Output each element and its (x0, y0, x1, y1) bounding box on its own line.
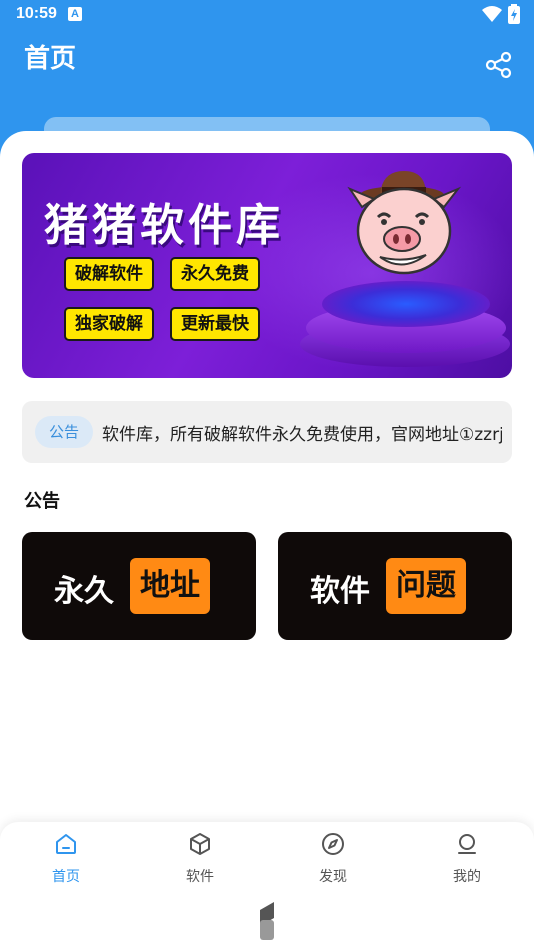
card-white-text: 永久 (54, 574, 114, 609)
share-icon[interactable] (484, 50, 514, 80)
podium-top (322, 281, 490, 327)
nav-item-software[interactable]: 软件 (160, 832, 240, 892)
nav-item-home[interactable]: 首页 (26, 832, 106, 892)
nav-label: 我的 (453, 869, 481, 885)
card-orange-text: 问题 (386, 558, 466, 614)
banner-tag: 永久免费 (170, 257, 260, 291)
banner-tag: 破解软件 (64, 257, 154, 291)
battery-icon (508, 4, 520, 24)
notification-icon: A (68, 7, 82, 21)
notice-badge: 公告 (35, 416, 93, 448)
wifi-icon (482, 6, 502, 22)
banner-tag: 独家破解 (64, 307, 154, 341)
page-title: 首页 (24, 44, 77, 74)
notice-marquee-text: 软件库，所有破解软件永久免费使用，官网地址①zzrj (102, 425, 502, 445)
card-white-text: 软件 (310, 574, 370, 609)
cube-icon (190, 833, 210, 855)
nav-item-mine[interactable]: 我的 (427, 832, 507, 892)
home-icon (56, 834, 76, 854)
banner[interactable]: 猪猪软件库 破解软件 永久免费 独家破解 更新最快 (22, 153, 512, 378)
card-software-issues[interactable]: 软件 问题 (278, 532, 512, 640)
status-time: 10:59 (16, 5, 57, 22)
notice-bar[interactable]: 公告 软件库，所有破解软件永久免费使用，官网地址①zzrj (22, 401, 512, 463)
user-icon (458, 834, 476, 854)
card-permanent-address[interactable]: 永久 地址 (22, 532, 256, 640)
compass-icon (322, 833, 344, 855)
nav-item-discover[interactable]: 发现 (293, 832, 373, 892)
section-title: 公告 (24, 491, 60, 512)
banner-title: 猪猪软件库 (44, 200, 284, 251)
pig-mascot-icon (347, 171, 462, 275)
gesture-handle-icon[interactable] (258, 900, 276, 942)
nav-label: 软件 (186, 869, 214, 885)
nav-label: 发现 (319, 869, 347, 885)
card-orange-text: 地址 (130, 558, 210, 614)
nav-label: 首页 (52, 869, 80, 885)
banner-tag: 更新最快 (170, 307, 260, 341)
status-bar: 10:59 A (0, 0, 534, 28)
